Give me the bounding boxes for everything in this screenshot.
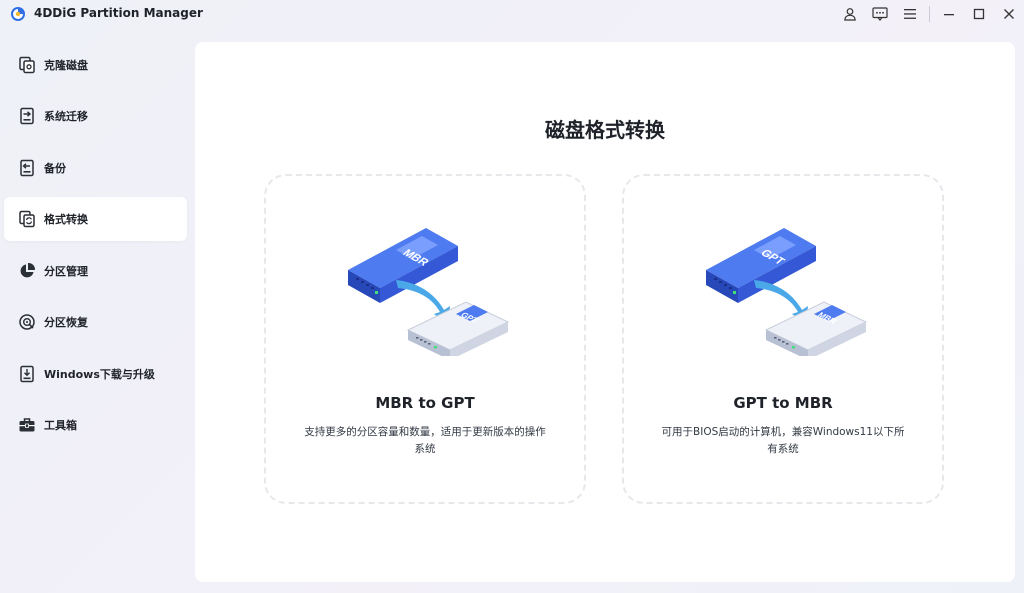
toolbox-icon — [18, 416, 36, 434]
partition-pie-icon — [18, 262, 36, 280]
card-description: 可用于BIOS启动的计算机，兼容Windows11以下所有系统 — [661, 426, 905, 455]
minimize-icon — [944, 14, 954, 16]
system-migrate-icon — [18, 107, 36, 125]
window-controls — [835, 0, 1024, 28]
maximize-icon — [973, 8, 985, 20]
title-bar: 4DDiG Partition Manager — [0, 0, 1024, 28]
menu-button[interactable] — [895, 0, 925, 28]
app-title: 4DDiG Partition Manager — [34, 6, 203, 20]
sidebar-item-clone-disk[interactable]: 克隆磁盘 — [4, 43, 187, 87]
close-button[interactable] — [994, 0, 1024, 28]
source-disk: GPT — [706, 228, 816, 303]
close-icon — [1004, 9, 1014, 19]
card-title: MBR to GPT — [375, 394, 475, 412]
sidebar-item-label: 分区恢复 — [44, 316, 88, 329]
sidebar-item-label: 系统迁移 — [44, 110, 88, 123]
windows-download-icon — [18, 365, 36, 383]
feedback-button[interactable] — [865, 0, 895, 28]
card-description: 支持更多的分区容量和数量，适用于更新版本的操作系统 — [304, 426, 546, 455]
gpt-to-mbr-illustration: GPT MBR — [706, 228, 868, 356]
source-disk: MBR — [348, 228, 458, 303]
sidebar-item-partition-recover[interactable]: 分区恢复 — [4, 300, 187, 344]
sidebar-item-label: 克隆磁盘 — [44, 59, 88, 72]
format-convert-icon — [18, 210, 36, 228]
feedback-icon — [872, 7, 888, 21]
target-disk: GPT — [406, 301, 510, 356]
sidebar-item-label: Windows下载与升级 — [44, 368, 155, 381]
mbr-to-gpt-illustration: MBR GPT — [348, 228, 510, 356]
sidebar-item-partition-manage[interactable]: 分区管理 — [4, 249, 187, 293]
backup-icon — [18, 159, 36, 177]
target-disk: MBR — [764, 301, 868, 356]
main-panel: 磁盘格式转换 MBR GPT MBR to GPT 支持更多的分区容量和数量，适… — [195, 42, 1015, 582]
sidebar-item-backup[interactable]: 备份 — [4, 146, 187, 190]
app-logo-icon — [11, 7, 25, 21]
sidebar-item-toolbox[interactable]: 工具箱 — [4, 403, 187, 447]
sidebar-item-windows-download[interactable]: Windows下载与升级 — [4, 352, 187, 396]
user-icon — [844, 8, 856, 21]
sidebar-item-label: 分区管理 — [44, 265, 88, 278]
card-title: GPT to MBR — [733, 394, 833, 412]
sidebar-item-label: 工具箱 — [44, 419, 77, 432]
sidebar-item-label: 格式转换 — [44, 213, 88, 226]
sidebar-item-label: 备份 — [44, 162, 66, 175]
page-title: 磁盘格式转换 — [545, 118, 665, 142]
mbr-to-gpt-card[interactable]: MBR GPT MBR to GPT 支持更多的分区容量和数量，适用于更新版本的… — [264, 174, 586, 504]
gpt-to-mbr-card[interactable]: GPT MBR GPT to MBR 可用于BIOS启动的计算机，兼容Windo… — [622, 174, 944, 504]
menu-icon — [904, 9, 916, 19]
sidebar-item-format-convert[interactable]: 格式转换 — [4, 197, 187, 241]
minimize-button[interactable] — [934, 0, 964, 28]
maximize-button[interactable] — [964, 0, 994, 28]
sidebar-item-system-migrate[interactable]: 系统迁移 — [4, 94, 187, 138]
clone-disk-icon — [18, 56, 36, 74]
partition-recover-icon — [18, 313, 36, 331]
user-button[interactable] — [835, 0, 865, 28]
titlebar-divider — [929, 6, 930, 22]
